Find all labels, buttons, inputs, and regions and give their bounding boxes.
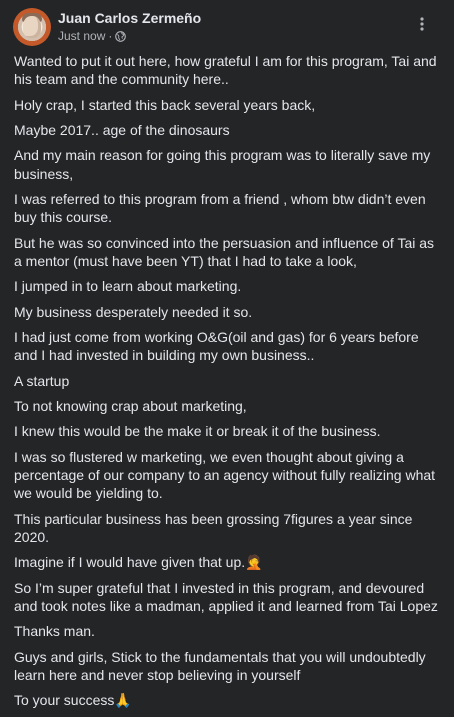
post-paragraph: But he was so convinced into the persuas… — [14, 234, 435, 270]
post-paragraph: I jumped in to learn about marketing. — [14, 278, 242, 295]
meta-separator: · — [108, 29, 113, 43]
post-paragraph: I knew this would be the make it or brea… — [14, 423, 381, 440]
more-options-button[interactable] — [410, 12, 434, 36]
post-paragraph: I was referred to this program from a fr… — [14, 191, 426, 226]
post-paragraph: Imagine if I would have given that up.🤦 — [14, 554, 263, 571]
post-header: Juan Carlos Zermeño Just now · — [13, 8, 442, 46]
post-paragraph: Guys and girls, Stick to the fundamental… — [14, 648, 426, 684]
post-paragraph: Thanks man. — [14, 623, 95, 640]
post-meta: Just now · — [58, 29, 127, 43]
author-name[interactable]: Juan Carlos Zermeño — [58, 10, 201, 26]
post-paragraph: I had just come from working O&G(oil and… — [14, 329, 419, 364]
avatar[interactable] — [13, 8, 51, 46]
post-paragraph: This particular business has been grossi… — [14, 510, 413, 546]
post-paragraph: A startup — [14, 372, 70, 389]
post-paragraph: My business desperately needed it so. — [14, 303, 253, 320]
post-paragraph: So I’m super grateful that I invested in… — [14, 579, 438, 615]
post-paragraph: To your success🙏 — [14, 692, 132, 709]
post-card: Juan Carlos Zermeño Just now · Wanted to… — [0, 0, 454, 708]
post-paragraph: And my main reason for going this progra… — [14, 147, 431, 182]
timestamp[interactable]: Just now — [58, 29, 105, 43]
avatar-face — [23, 16, 41, 38]
post-paragraph: Wanted to put it out here, how grateful … — [14, 53, 437, 88]
post-paragraph: I was so flustered w marketing, we even … — [14, 448, 436, 502]
post-paragraph: To not knowing crap about marketing, — [14, 398, 247, 414]
post-paragraph: Maybe 2017.. age of the dinosaurs — [14, 122, 230, 138]
post-paragraph: Holy crap, I started this back several y… — [14, 96, 316, 113]
more-options-icon — [420, 17, 424, 31]
post-body: Wanted to put it out here, how grateful … — [14, 52, 440, 717]
globe-icon[interactable] — [115, 30, 127, 42]
